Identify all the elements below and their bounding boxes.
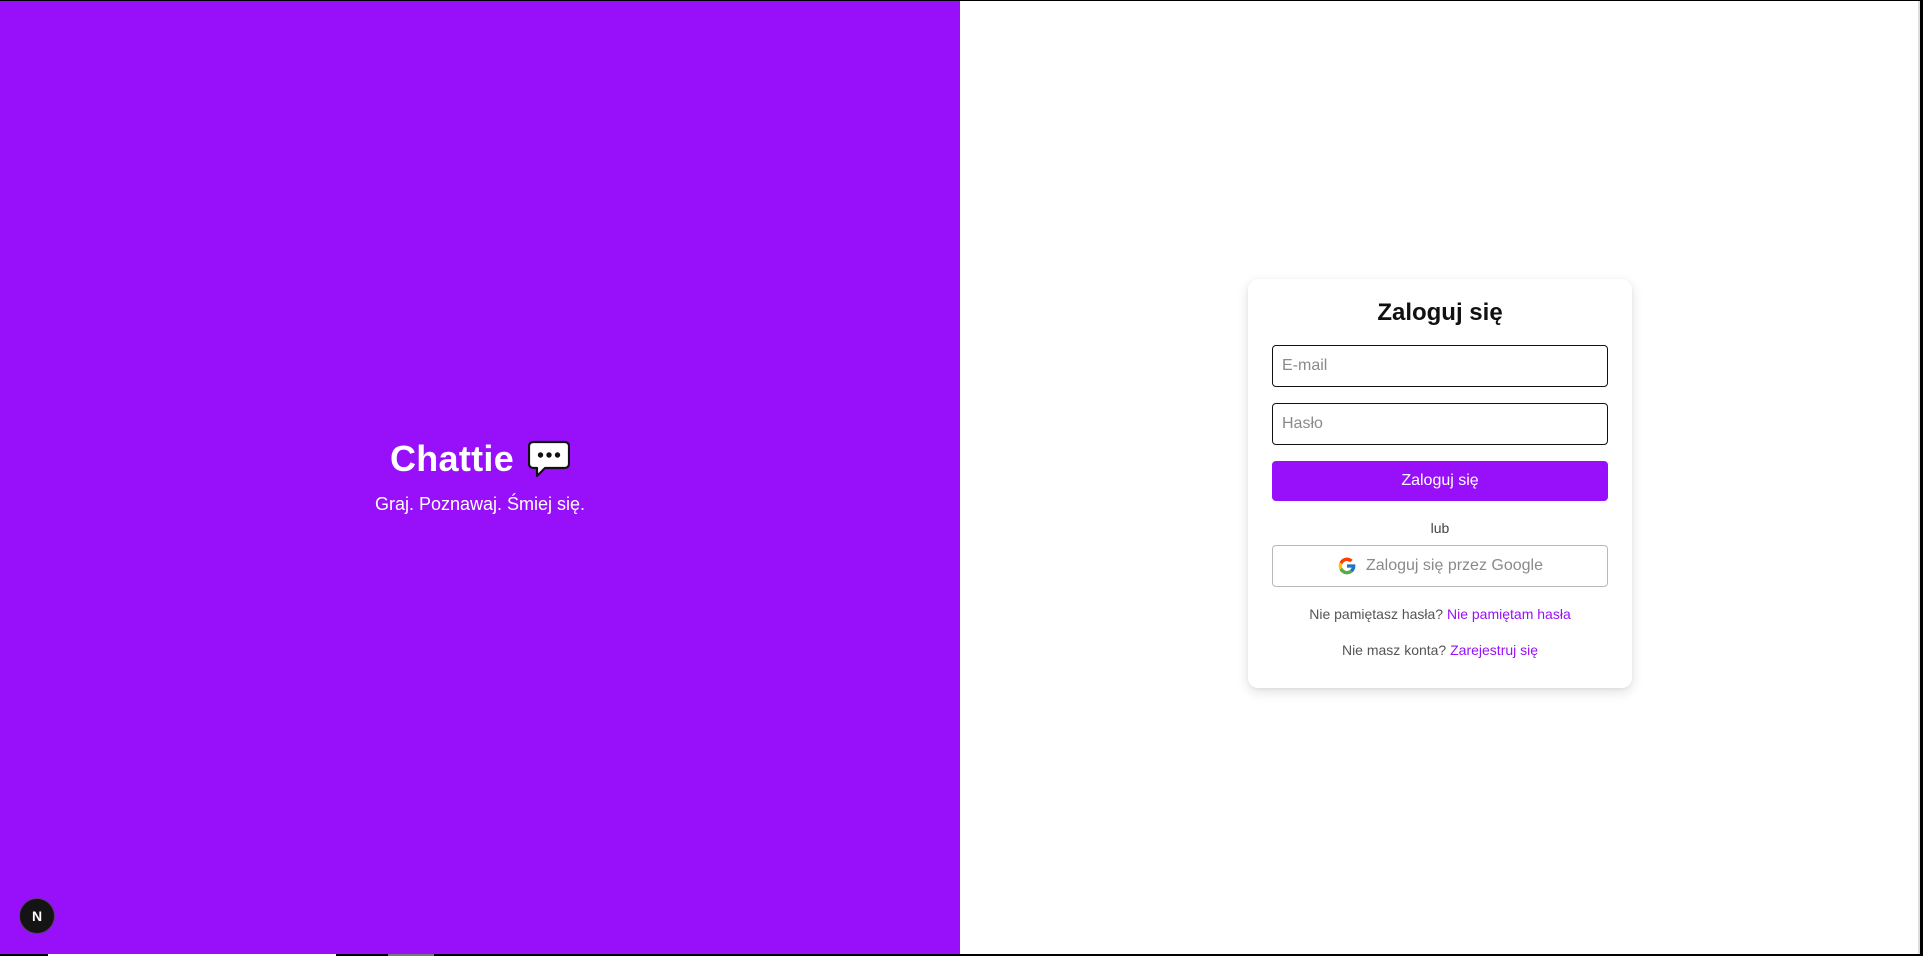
login-card: Zaloguj się Zaloguj się lub Zaloguj się …	[1248, 279, 1632, 688]
forgot-password-link[interactable]: Nie pamiętam hasła	[1447, 606, 1571, 622]
brand-name: Chattie	[389, 438, 515, 479]
register-line: Nie masz konta? Zarejestruj się	[1272, 641, 1608, 659]
brand-panel: Chattie Graj. Poznawaj. Śmiej się. N	[0, 1, 960, 954]
forgot-password-line: Nie pamiętasz hasła? Nie pamiętam hasła	[1272, 605, 1608, 623]
or-divider: lub	[1430, 520, 1450, 536]
google-login-label: Zaloguj się przez Google	[1366, 557, 1543, 574]
login-button[interactable]: Zaloguj się	[1272, 461, 1608, 501]
speech-bubble-icon	[528, 440, 571, 478]
register-prompt: Nie masz konta?	[1341, 642, 1447, 658]
password-field[interactable]	[1272, 403, 1608, 445]
nextjs-icon[interactable]: N	[19, 898, 55, 934]
tagline: Graj. Poznawaj. Śmiej się.	[374, 494, 586, 514]
auth-panel: Zaloguj się Zaloguj się lub Zaloguj się …	[960, 1, 1920, 954]
dev-badge-label: N	[31, 908, 43, 924]
login-title: Zaloguj się	[1377, 299, 1503, 326]
google-icon	[1338, 557, 1356, 575]
forgot-password-prompt: Nie pamiętasz hasła?	[1309, 606, 1444, 622]
email-field[interactable]	[1272, 345, 1608, 387]
window-edge	[1918, 1, 1920, 954]
google-login-button[interactable]: Zaloguj się przez Google	[1272, 545, 1608, 587]
app-viewport: Chattie Graj. Poznawaj. Śmiej się. N Zal…	[0, 1, 1920, 954]
register-link[interactable]: Zarejestruj się	[1450, 642, 1538, 658]
brand-row: Chattie	[389, 438, 571, 480]
